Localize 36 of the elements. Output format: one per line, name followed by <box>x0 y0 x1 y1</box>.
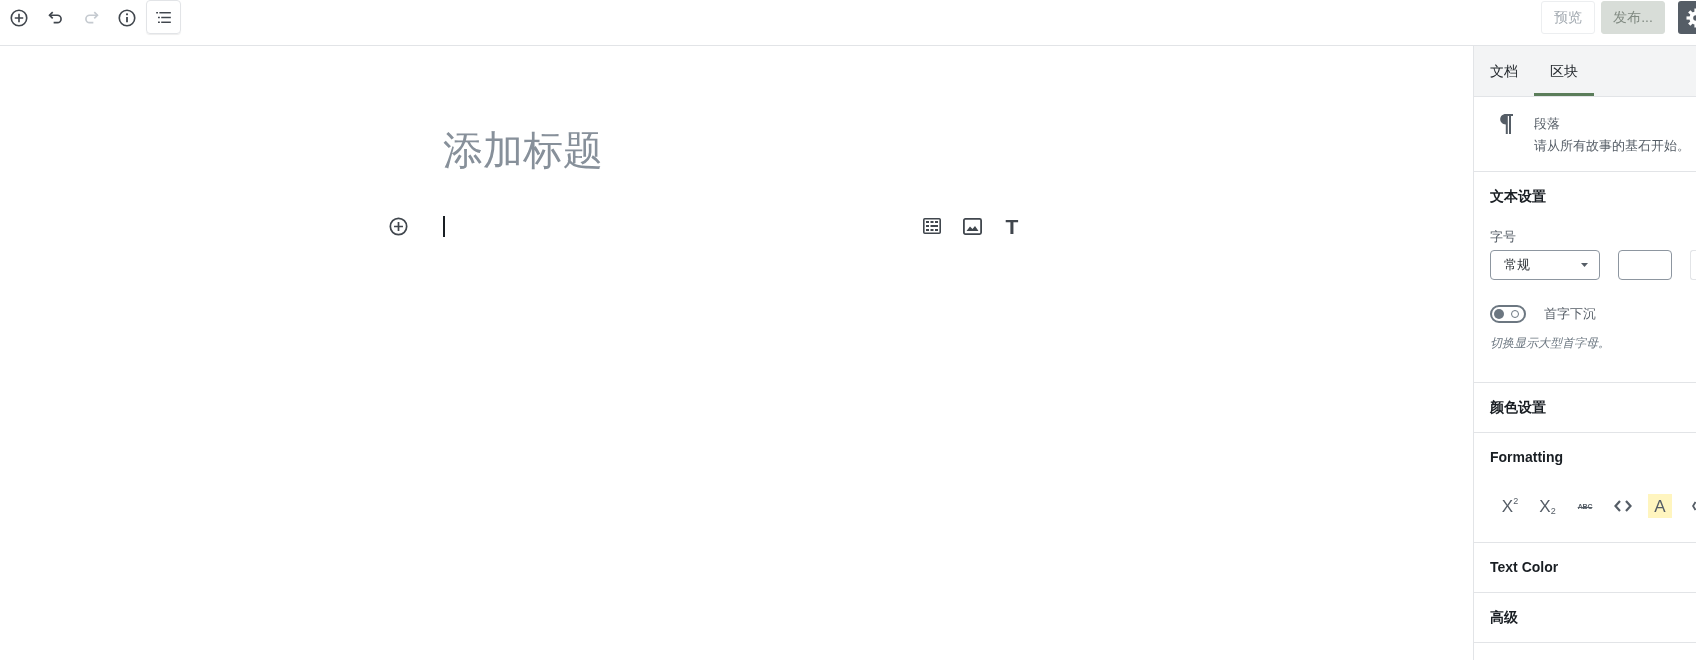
redo-icon <box>83 11 99 24</box>
panel-header[interactable]: 文本设置 <box>1474 172 1696 221</box>
text-cursor-icon <box>443 215 445 237</box>
panel-header[interactable]: Formatting <box>1474 433 1696 482</box>
sidebar-tab[interactable]: 区块 <box>1534 46 1594 96</box>
font-size-select[interactable]: 常规 <box>1490 250 1600 280</box>
partial-icon[interactable] <box>1692 501 1696 511</box>
font-size-label: 字号 <box>1490 229 1517 245</box>
outline-button[interactable] <box>146 0 181 34</box>
panel-header[interactable]: 颜色设置 <box>1474 383 1696 432</box>
paragraph-icon <box>1498 113 1514 134</box>
subscript-button[interactable]: X$_{2}$ <box>1535 494 1560 518</box>
list-icon <box>156 11 171 23</box>
image-icon <box>962 217 982 235</box>
table-icon <box>923 218 941 234</box>
heading-block-button[interactable]: T <box>994 208 1030 244</box>
info-icon <box>118 8 136 27</box>
block-title: 段落 <box>1534 115 1561 133</box>
settings-button[interactable] <box>1678 1 1696 34</box>
panel-header[interactable]: Text Color <box>1474 543 1696 592</box>
superscript-button[interactable]: X$^{2}$ <box>1498 494 1522 518</box>
caret-icon <box>1581 263 1588 267</box>
add-icon <box>10 8 28 27</box>
block-description: 请从所有故事的基石开始。 <box>1534 137 1690 155</box>
drop-cap-toggle[interactable] <box>1490 305 1526 323</box>
settings-icon[interactable] <box>1685 7 1696 28</box>
custom-size-input[interactable] <box>1618 250 1672 280</box>
code-icon <box>1613 500 1632 512</box>
undo-icon <box>47 11 63 24</box>
title-input[interactable]: 添加标题 <box>443 122 1030 178</box>
sidebar-tab[interactable]: 文档 <box>1474 46 1534 96</box>
panel-header[interactable]: 高级 <box>1474 593 1696 642</box>
highlight-button[interactable]: A <box>1648 494 1672 518</box>
add-icon <box>388 216 408 236</box>
drop-cap-label: 首字下沉 <box>1544 305 1596 323</box>
drop-cap-help: 切换显示大型首字母。 <box>1490 335 1611 351</box>
